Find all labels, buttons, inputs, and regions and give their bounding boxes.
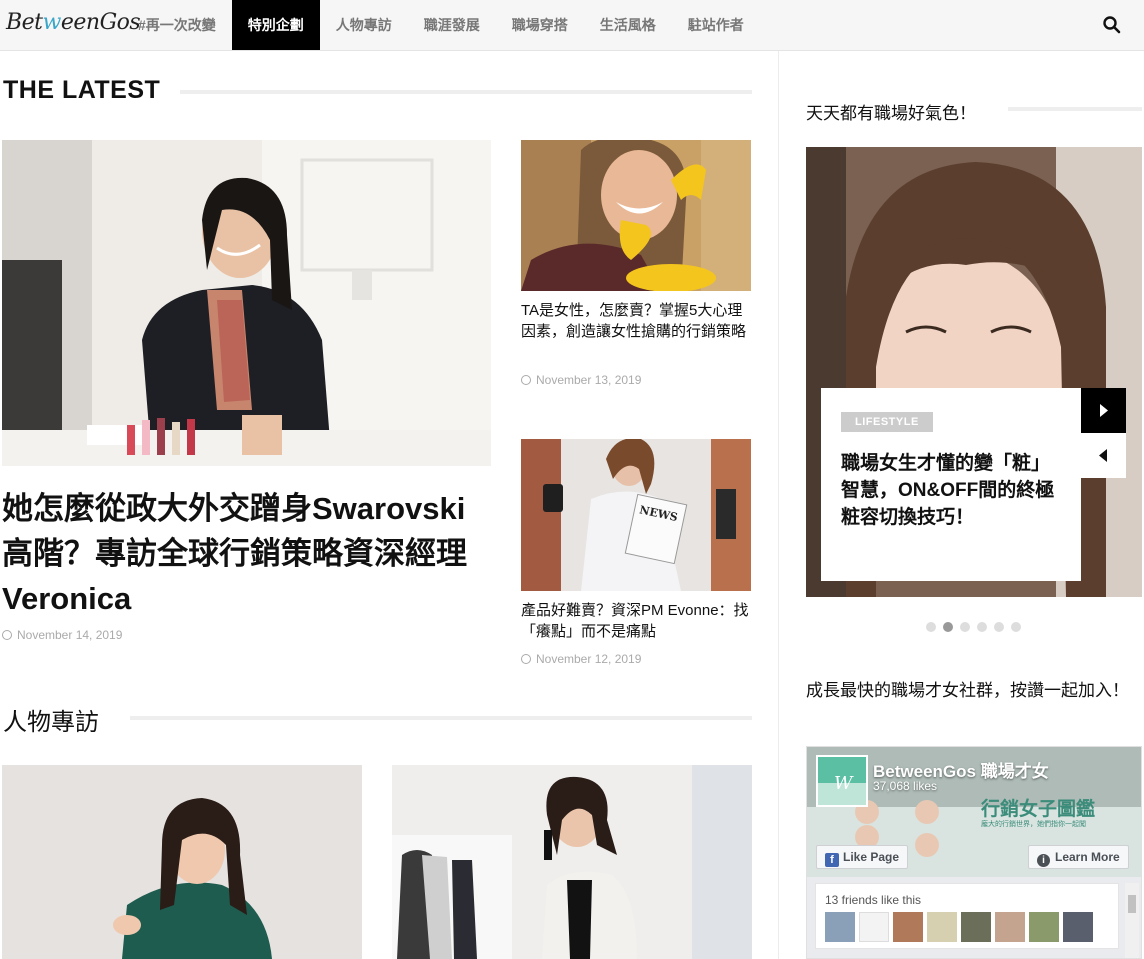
side-article-title-1[interactable]: TA是女性，怎麼賣？掌握5大心理因素，創造讓女性搶購的行銷策略 — [521, 300, 751, 342]
friend-avatar[interactable] — [825, 912, 855, 942]
fb-friends-box: 13 friends like this — [815, 883, 1119, 949]
friend-avatar[interactable] — [961, 912, 991, 942]
nav-item-outfit[interactable]: 職場穿搭 — [496, 0, 584, 50]
top-navbar: BetweenGos #再一次改變 特別企劃 人物專訪 職涯發展 職場穿搭 生活… — [0, 0, 1144, 51]
fb-friends-text: 13 friends like this — [825, 893, 922, 907]
nav-item-career[interactable]: 職涯發展 — [408, 0, 496, 50]
scroll-thumb[interactable] — [1128, 895, 1136, 913]
search-icon[interactable] — [1102, 15, 1122, 35]
date-text: November 13, 2019 — [536, 373, 642, 387]
friend-avatar[interactable] — [927, 912, 957, 942]
facebook-icon: f — [825, 853, 839, 867]
clock-icon — [521, 375, 531, 385]
site-logo[interactable]: BetweenGos — [6, 10, 141, 35]
fb-cover-subtext: 龐大的行銷世界，她們指你一起闖 — [981, 821, 1086, 828]
slide-title[interactable]: 職場女生才懂的變「粧」智慧，ON&OFF間的終極粧容切換技巧！ — [841, 450, 1061, 531]
slider-dot[interactable] — [1011, 622, 1021, 632]
clock-icon — [521, 654, 531, 664]
side-article-date-2: November 12, 2019 — [521, 652, 641, 666]
slider-dot[interactable] — [960, 622, 970, 632]
sidebar-slider-title: 天天都有職場好氣色！ — [806, 104, 976, 123]
slider-dots — [926, 622, 1021, 632]
side-article-date-1: November 13, 2019 — [521, 373, 641, 387]
slider-prev-button[interactable] — [1081, 433, 1126, 478]
section-title-interviews: 人物專訪 — [3, 709, 99, 736]
date-text: November 14, 2019 — [17, 628, 123, 642]
column-divider — [778, 51, 779, 959]
sidebar-fb-title: 成長最快的職場才女社群，按讚一起加入！ — [806, 681, 1129, 700]
fb-friends-avatars — [825, 912, 1093, 942]
fb-likes-count: 37,068 likes — [873, 779, 938, 793]
slide-card[interactable]: LIFESTYLE 職場女生才懂的變「粧」智慧，ON&OFF間的終極粧容切換技巧… — [821, 388, 1081, 581]
facebook-page-widget[interactable]: 行銷女子圖鑑 龐大的行銷世界，她們指你一起闖 W BetweenGos 職場才女… — [806, 746, 1142, 959]
chevron-right-icon — [1100, 404, 1108, 417]
svg-text:W: W — [834, 773, 854, 794]
side-article-image-2[interactable]: NEWS — [521, 439, 751, 591]
friend-avatar[interactable] — [995, 912, 1025, 942]
clock-icon — [2, 630, 12, 640]
fb-like-label: Like Page — [843, 850, 900, 864]
slider-next-button[interactable] — [1081, 388, 1126, 433]
side-article-title-2[interactable]: 產品好難賣？資深PM Evonne：找「癢點」而不是痛點 — [521, 600, 751, 642]
fb-cover-text: 行銷女子圖鑑 — [981, 799, 1096, 820]
fb-like-page-button[interactable]: f Like Page — [816, 845, 909, 869]
featured-article-date: November 14, 2019 — [2, 628, 122, 642]
section-title-latest: THE LATEST — [3, 76, 161, 104]
featured-article-image[interactable] — [2, 140, 491, 466]
friend-avatar[interactable] — [1063, 912, 1093, 942]
fb-page-avatar[interactable]: W — [816, 755, 868, 807]
section-divider — [1008, 107, 1142, 111]
side-article-image-1[interactable] — [521, 140, 751, 291]
date-text: November 12, 2019 — [536, 652, 642, 666]
interview-image-2[interactable] — [392, 765, 752, 959]
category-badge[interactable]: LIFESTYLE — [841, 412, 933, 432]
logo-text-a: Bet — [6, 10, 43, 35]
nav-item-authors[interactable]: 駐站作者 — [672, 0, 760, 50]
friend-avatar[interactable] — [893, 912, 923, 942]
logo-text-b: w — [42, 10, 62, 35]
chevron-left-icon — [1099, 449, 1107, 462]
slider-dot-active[interactable] — [943, 622, 953, 632]
main-nav: #再一次改變 特別企劃 人物專訪 職涯發展 職場穿搭 生活風格 駐站作者 — [122, 0, 760, 50]
section-divider — [180, 90, 752, 94]
featured-article-title[interactable]: 她怎麼從政大外交蹭身Swarovski高階？專訪全球行銷策略資深經理Veroni… — [2, 486, 492, 621]
fb-learn-more-label: Learn More — [1055, 850, 1120, 864]
friend-avatar[interactable] — [1029, 912, 1059, 942]
slider-dot[interactable] — [926, 622, 936, 632]
slider-dot[interactable] — [977, 622, 987, 632]
fb-scrollbar[interactable] — [1125, 883, 1139, 958]
friend-avatar[interactable] — [859, 912, 889, 942]
nav-item-lifestyle[interactable]: 生活風格 — [584, 0, 672, 50]
info-icon: i — [1037, 854, 1050, 867]
interview-image-1[interactable] — [2, 765, 362, 959]
nav-item-special[interactable]: 特別企劃 — [231, 0, 320, 50]
section-divider — [130, 716, 752, 720]
slider-dot[interactable] — [994, 622, 1004, 632]
fb-learn-more-button[interactable]: i Learn More — [1028, 845, 1129, 869]
nav-item-interviews[interactable]: 人物專訪 — [320, 0, 408, 50]
nav-item-change-again[interactable]: #再一次改變 — [122, 0, 232, 50]
